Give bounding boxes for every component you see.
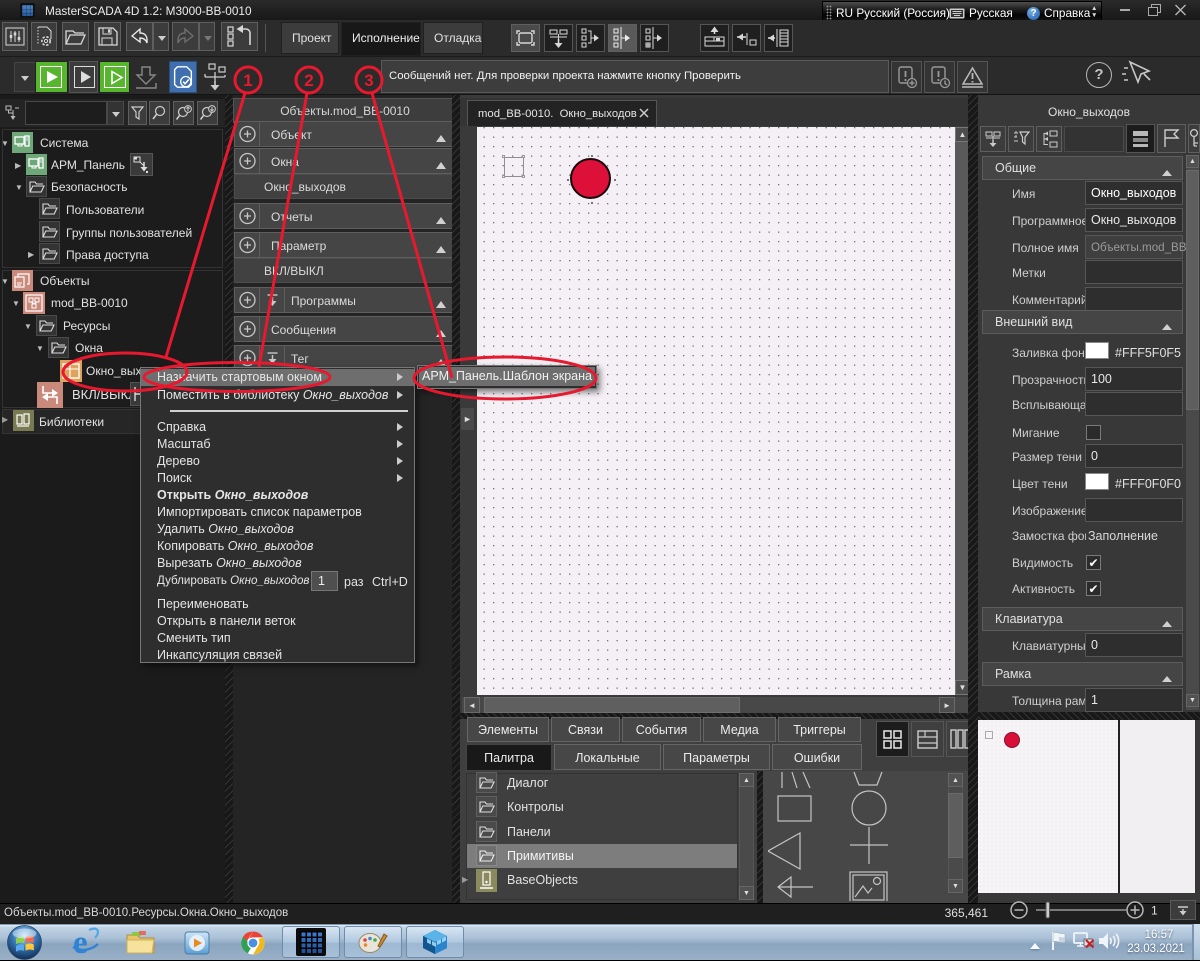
svg-text:e: e bbox=[73, 925, 88, 959]
svg-text:1: 1 bbox=[1151, 904, 1158, 918]
